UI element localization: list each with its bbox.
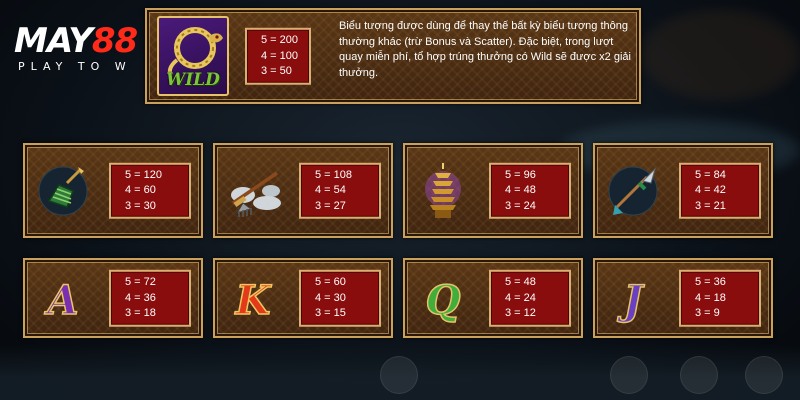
golden-pagoda-icon — [413, 161, 473, 221]
wild-label: WILD — [166, 70, 220, 90]
background-button — [745, 356, 783, 394]
payout-4: 4 = 54 — [315, 183, 346, 196]
payout-3: 3 = 12 — [505, 306, 536, 319]
background-blur — [640, 10, 800, 100]
background-footer — [0, 345, 800, 400]
payout-3: 3 = 24 — [505, 199, 536, 212]
payout-4: 4 = 30 — [315, 291, 346, 304]
symbol-panel: Q 5 = 48 4 = 24 3 = 12 — [403, 258, 583, 338]
symbol-paytable: 5 = 120 4 = 60 3 = 30 — [109, 162, 191, 219]
wild-paytable: 5 = 200 4 = 100 3 = 50 — [245, 27, 311, 85]
symbol-paytable: 5 = 48 4 = 24 3 = 12 — [489, 269, 571, 327]
payout-3: 3 = 27 — [315, 199, 346, 212]
payout-3: 3 = 18 — [125, 306, 156, 319]
symbol-paytable: 5 = 60 4 = 30 3 = 15 — [299, 269, 381, 327]
payout-5: 5 = 48 — [505, 275, 536, 288]
svg-text:J: J — [617, 277, 646, 324]
logo-tagline: PLAY TO W — [18, 60, 132, 73]
wild-snake-icon: WILD — [157, 16, 229, 96]
rake-weapon-icon — [223, 161, 283, 221]
symbol-panel: 5 = 84 4 = 42 3 = 21 — [593, 143, 773, 238]
letter-j-icon: J — [603, 268, 663, 328]
payout-3: 3 = 9 — [695, 306, 720, 319]
letter-a-icon: A — [33, 268, 93, 328]
svg-text:Q: Q — [426, 277, 461, 324]
svg-text:K: K — [235, 277, 273, 324]
payout-4: 4 = 24 — [505, 291, 536, 304]
symbol-panel: 5 = 108 4 = 54 3 = 27 — [213, 143, 393, 238]
green-gauntlet-icon — [33, 161, 93, 221]
background-button — [380, 356, 418, 394]
letter-k-icon: K — [223, 268, 283, 328]
payout-4: 4 = 60 — [125, 183, 156, 196]
symbol-panel: 5 = 96 4 = 48 3 = 24 — [403, 143, 583, 238]
logo-text: MAY — [14, 21, 93, 61]
payout-4: 4 = 48 — [505, 183, 536, 196]
payout-3: 3 = 15 — [315, 306, 346, 319]
svg-text:A: A — [43, 277, 78, 324]
payout-4: 4 = 36 — [125, 291, 156, 304]
background-button — [680, 356, 718, 394]
payout-4: 4 = 18 — [695, 291, 726, 304]
payout-3: 3 = 30 — [125, 199, 156, 212]
symbol-paytable: 5 = 72 4 = 36 3 = 18 — [109, 269, 191, 327]
letter-q-icon: Q — [413, 268, 473, 328]
may88-logo: MAY88 PLAY TO W — [14, 21, 138, 73]
payout-4: 4 = 100 — [261, 49, 299, 62]
payout-5: 5 = 200 — [261, 33, 299, 46]
payout-4: 4 = 42 — [695, 183, 726, 196]
symbol-panel: A 5 = 72 4 = 36 3 = 18 — [23, 258, 203, 338]
symbol-panel: J 5 = 36 4 = 18 3 = 9 — [593, 258, 773, 338]
payout-5: 5 = 72 — [125, 275, 156, 288]
background-button — [610, 356, 648, 394]
wild-description: Biểu tượng được dùng để thay thế bất kỳ … — [339, 20, 631, 79]
logo-number: 88 — [91, 21, 138, 61]
wild-panel: WILD 5 = 200 4 = 100 3 = 50 Biểu tượng đ… — [145, 8, 641, 104]
symbol-paytable: 5 = 36 4 = 18 3 = 9 — [679, 269, 761, 327]
symbol-panel: K 5 = 60 4 = 30 3 = 15 — [213, 258, 393, 338]
payout-5: 5 = 96 — [505, 168, 536, 181]
symbol-paytable: 5 = 108 4 = 54 3 = 27 — [299, 162, 381, 219]
payout-5: 5 = 108 — [315, 168, 353, 181]
symbol-panel: 5 = 120 4 = 60 3 = 30 — [23, 143, 203, 238]
payout-5: 5 = 84 — [695, 168, 726, 181]
payout-5: 5 = 120 — [125, 168, 163, 181]
payout-3: 3 = 21 — [695, 199, 726, 212]
payout-3: 3 = 50 — [261, 64, 292, 77]
payout-5: 5 = 36 — [695, 275, 726, 288]
symbol-paytable: 5 = 96 4 = 48 3 = 24 — [489, 162, 571, 219]
symbol-paytable: 5 = 84 4 = 42 3 = 21 — [679, 162, 761, 219]
payout-5: 5 = 60 — [315, 275, 346, 288]
spear-icon — [603, 161, 663, 221]
